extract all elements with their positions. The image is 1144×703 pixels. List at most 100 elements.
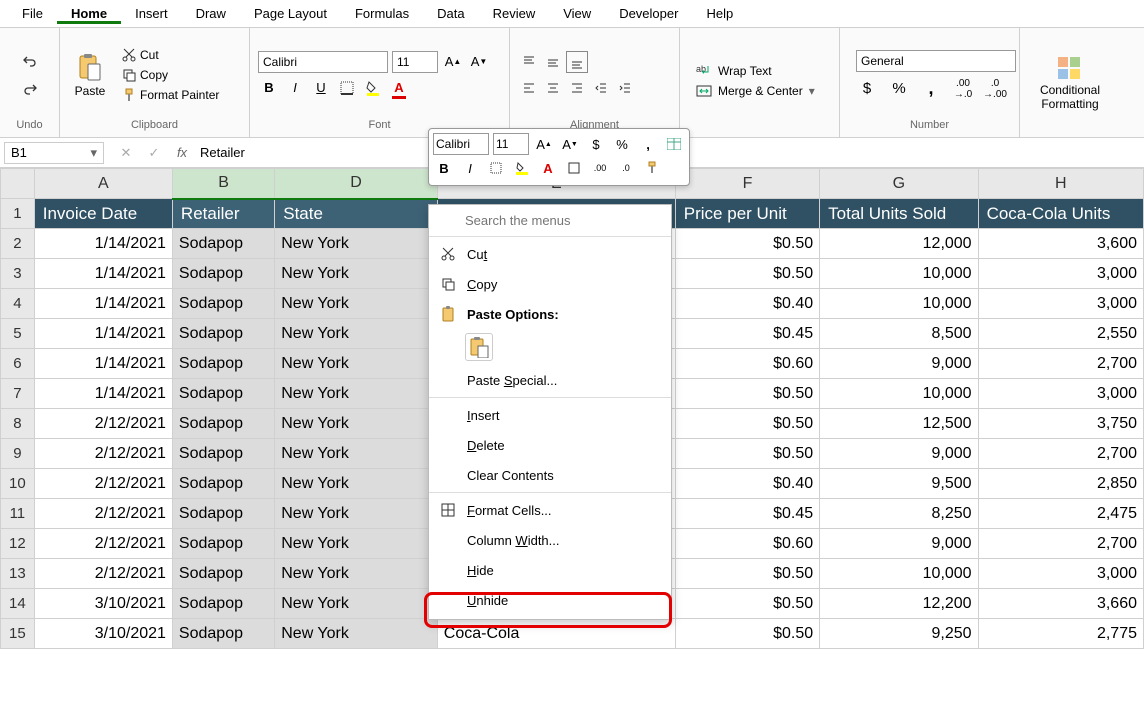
cell-G11[interactable]: 8,250 — [820, 499, 978, 529]
cell-G15[interactable]: 9,250 — [820, 619, 978, 649]
header-cell-F[interactable]: Price per Unit — [675, 199, 819, 229]
cell-D10[interactable]: New York — [275, 469, 438, 499]
row-header-13[interactable]: 13 — [1, 559, 35, 589]
mini-dec-decimal-button[interactable]: .00 — [589, 157, 611, 179]
cell-A6[interactable]: 1/14/2021 — [34, 349, 172, 379]
row-header-4[interactable]: 4 — [1, 289, 35, 319]
header-cell-D[interactable]: State — [275, 199, 438, 229]
mini-border-2-button[interactable] — [563, 157, 585, 179]
fill-color-button[interactable] — [362, 77, 384, 99]
cell-G10[interactable]: 9,500 — [820, 469, 978, 499]
comma-format-button[interactable]: , — [920, 78, 942, 100]
mini-font-color-button[interactable]: A — [537, 157, 559, 179]
cell-B2[interactable]: Sodapop — [172, 229, 274, 259]
cancel-formula-button[interactable]: ✕ — [116, 143, 136, 163]
menu-file[interactable]: File — [8, 4, 57, 23]
cell-B10[interactable]: Sodapop — [172, 469, 274, 499]
col-header-B[interactable]: B — [172, 169, 274, 199]
ctx-paste-special[interactable]: Paste Special... — [429, 365, 671, 395]
cell-F15[interactable]: $0.50 — [675, 619, 819, 649]
cell-D2[interactable]: New York — [275, 229, 438, 259]
cell-G2[interactable]: 12,000 — [820, 229, 978, 259]
mini-table-button[interactable] — [663, 133, 685, 155]
fx-icon[interactable]: fx — [172, 143, 192, 163]
cell-D4[interactable]: New York — [275, 289, 438, 319]
cell-F7[interactable]: $0.50 — [675, 379, 819, 409]
row-header-9[interactable]: 9 — [1, 439, 35, 469]
decrease-decimal-button[interactable]: .0→.00 — [984, 78, 1006, 100]
mini-decrease-font-button[interactable]: A▼ — [559, 133, 581, 155]
number-format-select[interactable] — [856, 50, 1016, 72]
col-header-F[interactable]: F — [675, 169, 819, 199]
cell-H2[interactable]: 3,600 — [978, 229, 1143, 259]
cell-D14[interactable]: New York — [275, 589, 438, 619]
mini-increase-font-button[interactable]: A▲ — [533, 133, 555, 155]
row-header-5[interactable]: 5 — [1, 319, 35, 349]
row-header-12[interactable]: 12 — [1, 529, 35, 559]
row-header-15[interactable]: 15 — [1, 619, 35, 649]
cell-F8[interactable]: $0.50 — [675, 409, 819, 439]
cell-B3[interactable]: Sodapop — [172, 259, 274, 289]
align-middle-button[interactable] — [542, 51, 564, 73]
cell-F5[interactable]: $0.45 — [675, 319, 819, 349]
cell-H7[interactable]: 3,000 — [978, 379, 1143, 409]
cell-H11[interactable]: 2,475 — [978, 499, 1143, 529]
cell-F14[interactable]: $0.50 — [675, 589, 819, 619]
bold-button[interactable]: B — [258, 77, 280, 99]
cell-H14[interactable]: 3,660 — [978, 589, 1143, 619]
cell-F13[interactable]: $0.50 — [675, 559, 819, 589]
cell-G5[interactable]: 8,500 — [820, 319, 978, 349]
menu-formulas[interactable]: Formulas — [341, 4, 423, 23]
header-cell-B[interactable]: Retailer — [172, 199, 274, 229]
cell-A3[interactable]: 1/14/2021 — [34, 259, 172, 289]
cell-F9[interactable]: $0.50 — [675, 439, 819, 469]
mini-comma-button[interactable]: , — [637, 133, 659, 155]
percent-format-button[interactable]: % — [888, 78, 910, 100]
align-bottom-button[interactable] — [566, 51, 588, 73]
cell-H10[interactable]: 2,850 — [978, 469, 1143, 499]
underline-button[interactable]: U — [310, 77, 332, 99]
cell-G12[interactable]: 9,000 — [820, 529, 978, 559]
align-right-button[interactable] — [566, 77, 588, 99]
cell-H5[interactable]: 2,550 — [978, 319, 1143, 349]
align-left-button[interactable] — [518, 77, 540, 99]
cell-B12[interactable]: Sodapop — [172, 529, 274, 559]
cell-H13[interactable]: 3,000 — [978, 559, 1143, 589]
ctx-unhide[interactable]: Unhide — [429, 585, 671, 615]
mini-italic-button[interactable]: I — [459, 157, 481, 179]
cell-D8[interactable]: New York — [275, 409, 438, 439]
decrease-indent-button[interactable] — [590, 77, 612, 99]
cell-G14[interactable]: 12,200 — [820, 589, 978, 619]
col-header-H[interactable]: H — [978, 169, 1143, 199]
cell-G3[interactable]: 10,000 — [820, 259, 978, 289]
mini-size-select[interactable] — [493, 133, 529, 155]
copy-button[interactable]: Copy — [120, 66, 221, 84]
cell-G9[interactable]: 9,000 — [820, 439, 978, 469]
cell-B8[interactable]: Sodapop — [172, 409, 274, 439]
ctx-cut[interactable]: Cut — [429, 239, 671, 269]
cell-F11[interactable]: $0.45 — [675, 499, 819, 529]
menu-draw[interactable]: Draw — [182, 4, 240, 23]
accounting-format-button[interactable]: $ — [856, 78, 878, 100]
cell-H3[interactable]: 3,000 — [978, 259, 1143, 289]
cut-button[interactable]: Cut — [120, 46, 221, 64]
cell-D13[interactable]: New York — [275, 559, 438, 589]
menu-review[interactable]: Review — [479, 4, 550, 23]
row-header-2[interactable]: 2 — [1, 229, 35, 259]
cell-D6[interactable]: New York — [275, 349, 438, 379]
mini-fill-color-button[interactable] — [511, 157, 533, 179]
row-header-3[interactable]: 3 — [1, 259, 35, 289]
cell-D11[interactable]: New York — [275, 499, 438, 529]
ctx-copy[interactable]: Copy — [429, 269, 671, 299]
cell-B15[interactable]: Sodapop — [172, 619, 274, 649]
row-header-8[interactable]: 8 — [1, 409, 35, 439]
menu-home[interactable]: Home — [57, 4, 121, 24]
align-center-button[interactable] — [542, 77, 564, 99]
cell-G8[interactable]: 12,500 — [820, 409, 978, 439]
align-top-button[interactable] — [518, 51, 540, 73]
cell-A4[interactable]: 1/14/2021 — [34, 289, 172, 319]
col-header-D[interactable]: D — [275, 169, 438, 199]
cell-F12[interactable]: $0.60 — [675, 529, 819, 559]
cell-D3[interactable]: New York — [275, 259, 438, 289]
cell-A15[interactable]: 3/10/2021 — [34, 619, 172, 649]
